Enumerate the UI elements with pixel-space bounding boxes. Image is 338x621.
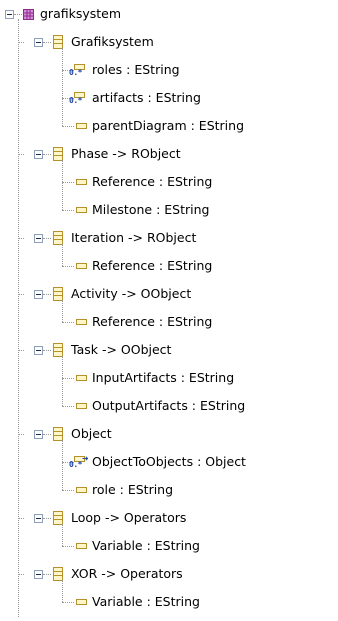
- tree-connector: [62, 524, 63, 546]
- tree-connector: [62, 356, 63, 406]
- tree-connector: [18, 19, 19, 617]
- collapse-toggle-class[interactable]: [34, 38, 43, 47]
- attribute-label[interactable]: Milestone : EString: [92, 200, 209, 220]
- class-icon: [53, 147, 63, 161]
- attribute-icon: [76, 123, 87, 129]
- tree-connector: [62, 406, 74, 407]
- attribute-label[interactable]: Reference : EString: [92, 312, 212, 332]
- multiplicity-mark: 0.*: [69, 68, 82, 77]
- attribute-icon: [76, 599, 87, 605]
- attribute-label[interactable]: role : EString: [92, 480, 173, 500]
- attribute-label[interactable]: Variable : EString: [92, 536, 200, 556]
- class-icon: [53, 427, 63, 441]
- attribute-label[interactable]: OutputArtifacts : EString: [92, 396, 245, 416]
- multiplicity-mark: 0.*: [69, 460, 82, 469]
- attribute-label[interactable]: Reference : EString: [92, 256, 212, 276]
- collapse-toggle-root[interactable]: [5, 10, 14, 19]
- multi-valued-attribute-icon: 0.*: [69, 91, 87, 105]
- class-icon: [53, 567, 63, 581]
- attribute-label[interactable]: ObjectToObjects : Object: [92, 452, 246, 472]
- class-icon: [53, 511, 63, 525]
- tree-connector: [62, 48, 63, 126]
- collapse-toggle-class[interactable]: [34, 514, 43, 523]
- tree-connector: [62, 210, 74, 211]
- attribute-icon: [76, 179, 87, 185]
- tree-connector: [62, 266, 74, 267]
- attribute-icon: [76, 319, 87, 325]
- tree-connector: [43, 574, 51, 575]
- tree-connector: [43, 42, 51, 43]
- tree-connector: [62, 244, 63, 266]
- tree-connector: [62, 580, 63, 602]
- multiplicity-mark: 0.*: [69, 96, 82, 105]
- tree-connector: [62, 322, 74, 323]
- class-label[interactable]: Object: [71, 424, 112, 444]
- attribute-label[interactable]: Reference : EString: [92, 172, 212, 192]
- collapse-toggle-class[interactable]: [34, 430, 43, 439]
- tree-connector: [43, 518, 51, 519]
- tree-root-label[interactable]: grafiksystem: [40, 4, 121, 24]
- collapse-toggle-class[interactable]: [34, 150, 43, 159]
- class-label[interactable]: Task -> OObject: [71, 340, 171, 360]
- attribute-label[interactable]: parentDiagram : EString: [92, 116, 244, 136]
- class-icon: [53, 287, 63, 301]
- attribute-icon: [76, 263, 87, 269]
- reference-arrow-icon: ➜: [82, 454, 89, 463]
- attribute-icon: [76, 543, 87, 549]
- attribute-label[interactable]: Variable : EString: [92, 592, 200, 612]
- tree-connector: [43, 350, 51, 351]
- tree-connector: [62, 440, 63, 490]
- tree-connector: [43, 154, 51, 155]
- package-icon: [23, 8, 34, 20]
- tree-connector: [62, 300, 63, 322]
- tree-connector: [62, 546, 74, 547]
- tree-connector: [62, 126, 74, 127]
- class-label[interactable]: Loop -> Operators: [71, 508, 186, 528]
- ecore-tree-view: grafiksystem Grafiksystem 0.* roles : EStri…: [0, 0, 338, 621]
- class-label[interactable]: Activity -> OObject: [71, 284, 191, 304]
- tree-connector: [62, 378, 74, 379]
- multi-valued-attribute-icon: 0.*: [69, 63, 87, 77]
- class-icon: [53, 343, 63, 357]
- tree-connector: [62, 602, 74, 603]
- tree-connector: [43, 238, 51, 239]
- tree-connector: [43, 434, 51, 435]
- collapse-toggle-class[interactable]: [34, 290, 43, 299]
- tree-connector: [62, 490, 74, 491]
- collapse-toggle-class[interactable]: [34, 570, 43, 579]
- class-label[interactable]: XOR -> Operators: [71, 564, 183, 584]
- attribute-label[interactable]: artifacts : EString: [92, 88, 201, 108]
- attribute-label[interactable]: roles : EString: [92, 60, 180, 80]
- attribute-icon: [76, 207, 87, 213]
- class-icon: [53, 35, 63, 49]
- collapse-toggle-class[interactable]: [34, 346, 43, 355]
- class-icon: [53, 231, 63, 245]
- tree-connector: [14, 14, 22, 15]
- attribute-icon: [76, 375, 87, 381]
- multi-valued-reference-icon: 0.* ➜: [69, 454, 89, 469]
- class-label[interactable]: Phase -> RObject: [71, 144, 181, 164]
- attribute-label[interactable]: InputArtifacts : EString: [92, 368, 234, 388]
- class-label[interactable]: Grafiksystem: [71, 32, 154, 52]
- class-label[interactable]: Iteration -> RObject: [71, 228, 196, 248]
- attribute-icon: [76, 403, 87, 409]
- tree-connector: [62, 182, 74, 183]
- attribute-icon: [76, 487, 87, 493]
- tree-connector: [62, 160, 63, 210]
- collapse-toggle-class[interactable]: [34, 234, 43, 243]
- tree-connector: [43, 294, 51, 295]
